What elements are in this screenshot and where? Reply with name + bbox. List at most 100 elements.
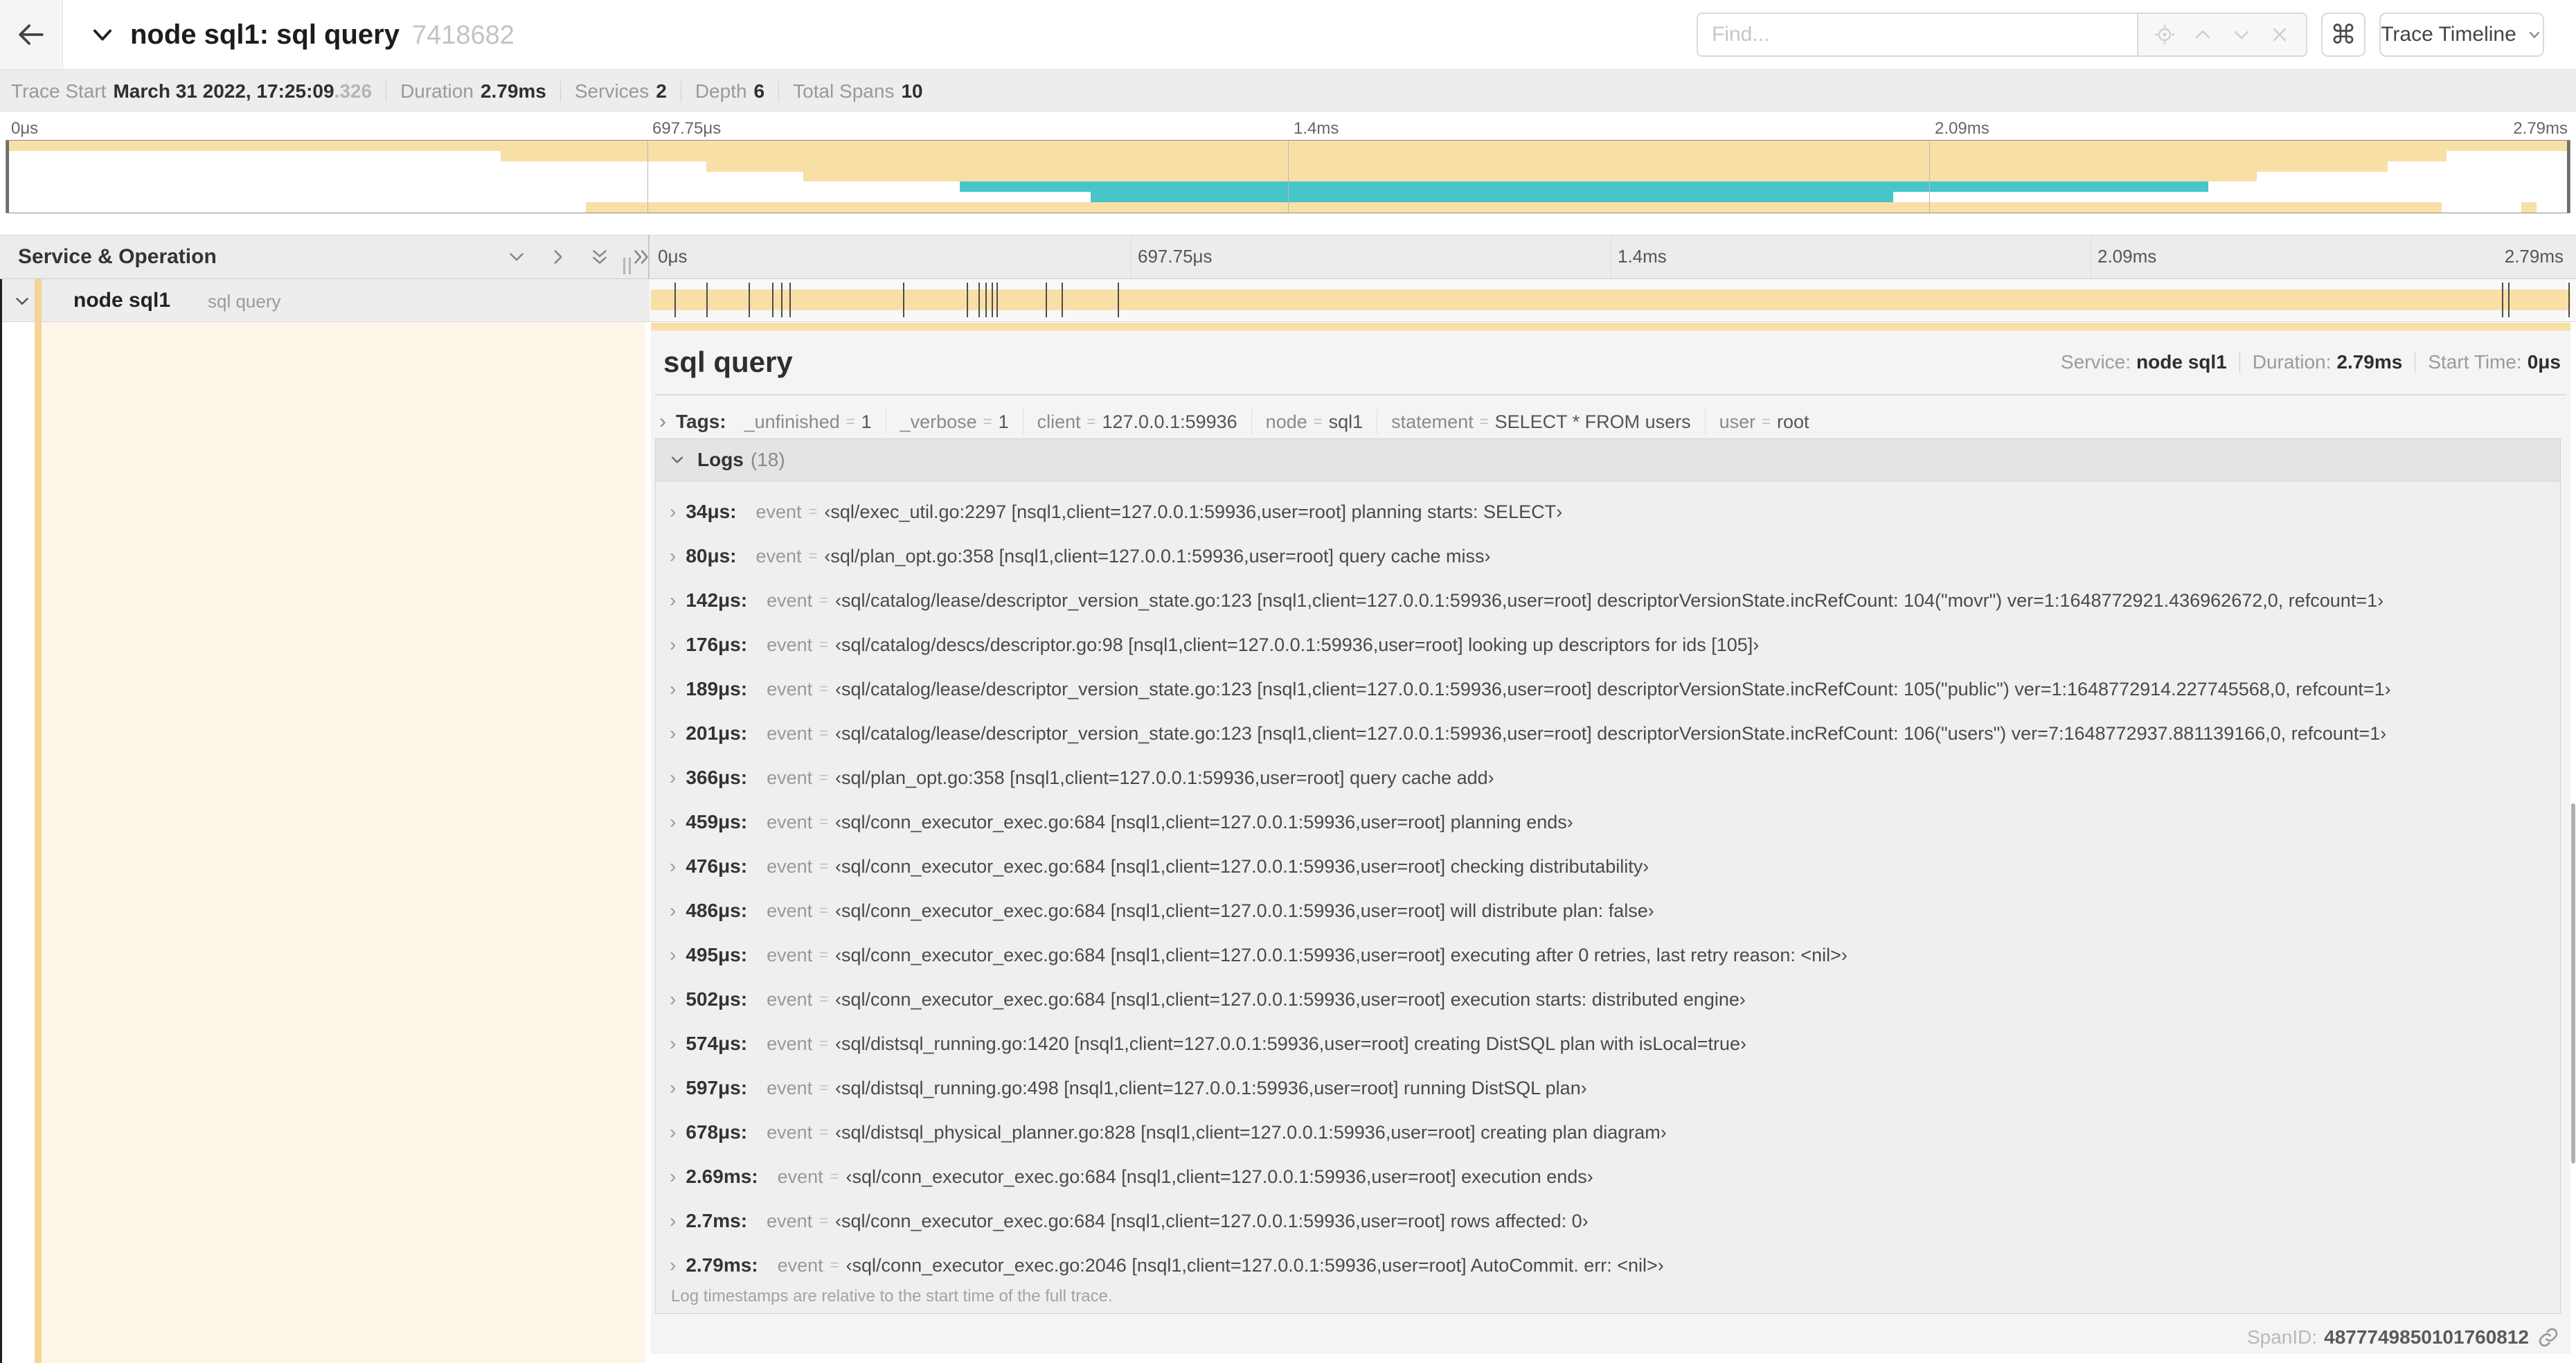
tag-value: 127.0.0.1:59936 xyxy=(1102,411,1237,432)
log-marker[interactable] xyxy=(902,283,904,317)
find-next-icon[interactable] xyxy=(2230,24,2253,46)
tag-key: user xyxy=(1719,411,1756,432)
log-marker[interactable] xyxy=(749,283,751,317)
trace-minimap[interactable] xyxy=(6,140,2570,213)
log-field-key: event xyxy=(767,589,813,611)
log-field-key: event xyxy=(767,767,813,788)
expand-one-icon[interactable] xyxy=(547,246,569,268)
minimap-tick-label: 0μs xyxy=(11,119,39,138)
divider xyxy=(560,80,561,102)
span-duration-bar[interactable] xyxy=(651,289,2570,310)
log-row[interactable]: › 678μs: event = ‹sql/distsql_physical_p… xyxy=(656,1110,2560,1155)
tag-key: statement xyxy=(1391,411,1474,432)
equals-sign: = xyxy=(846,413,855,430)
log-row[interactable]: › 574μs: event = ‹sql/distsql_running.go… xyxy=(656,1022,2560,1066)
log-marker[interactable] xyxy=(1062,283,1064,317)
find-clear-icon[interactable] xyxy=(2269,24,2291,46)
span-collapse-chevron[interactable] xyxy=(12,292,32,311)
log-marker[interactable] xyxy=(771,283,773,317)
minimap-right-handle[interactable] xyxy=(2567,141,2570,213)
log-marker[interactable] xyxy=(674,283,676,317)
log-marker[interactable] xyxy=(780,283,782,317)
log-row[interactable]: › 142μs: event = ‹sql/catalog/lease/desc… xyxy=(656,578,2560,623)
locate-icon[interactable] xyxy=(2154,24,2176,46)
log-row[interactable]: › 2.79ms: event = ‹sql/conn_executor_exe… xyxy=(656,1243,2560,1288)
collapse-all-icon[interactable] xyxy=(589,246,611,268)
log-row[interactable]: › 495μs: event = ‹sql/conn_executor_exec… xyxy=(656,933,2560,977)
log-marker[interactable] xyxy=(706,283,708,317)
log-row[interactable]: › 476μs: event = ‹sql/conn_executor_exec… xyxy=(656,844,2560,889)
log-field-value: ‹sql/distsql_running.go:1420 [nsql1,clie… xyxy=(835,1033,1747,1054)
span-color-strip xyxy=(35,279,42,321)
deep-link-icon[interactable] xyxy=(2537,1326,2559,1348)
trace-collapse-toggle[interactable] xyxy=(89,21,116,48)
trace-start-label: Trace Start xyxy=(11,80,107,102)
chevron-right-icon: › xyxy=(670,900,677,921)
start-time-label: Start Time: xyxy=(2428,351,2522,373)
log-marker[interactable] xyxy=(1117,283,1119,317)
log-row[interactable]: › 80μs: event = ‹sql/plan_opt.go:358 [ns… xyxy=(656,534,2560,578)
log-timestamp: 495μs: xyxy=(686,944,748,965)
log-row[interactable]: › 459μs: event = ‹sql/conn_executor_exec… xyxy=(656,800,2560,844)
log-row[interactable]: › 2.7ms: event = ‹sql/conn_executor_exec… xyxy=(656,1199,2560,1243)
span-row-name-cell[interactable]: node sql1 sql query xyxy=(0,279,650,321)
detail-column-gap xyxy=(645,322,651,1363)
chevron-right-icon: › xyxy=(670,545,677,567)
keyboard-shortcuts-button[interactable]: ⌘ xyxy=(2321,12,2365,57)
log-timestamp: 476μs: xyxy=(686,855,748,877)
log-marker[interactable] xyxy=(966,283,968,317)
equals-sign: = xyxy=(1479,413,1489,430)
find-prev-icon[interactable] xyxy=(2192,24,2214,46)
column-resizer-grip[interactable] xyxy=(623,258,631,274)
log-row[interactable]: › 502μs: event = ‹sql/conn_executor_exec… xyxy=(656,977,2560,1022)
command-icon: ⌘ xyxy=(2330,20,2356,50)
log-marker[interactable] xyxy=(1046,283,1048,317)
tags-section-toggle[interactable]: › Tags: _unfinished = 1 _verbose = 1 cli… xyxy=(659,405,1823,438)
vertical-scrollbar-thumb[interactable] xyxy=(2571,803,2575,1164)
log-row[interactable]: › 189μs: event = ‹sql/catalog/lease/desc… xyxy=(656,667,2560,711)
view-selector-button[interactable]: Trace Timeline xyxy=(2379,12,2544,57)
tag-key: _verbose xyxy=(900,411,977,432)
log-row[interactable]: › 486μs: event = ‹sql/conn_executor_exec… xyxy=(656,889,2560,933)
log-marker[interactable] xyxy=(789,283,791,317)
log-row[interactable]: › 597μs: event = ‹sql/distsql_running.go… xyxy=(656,1066,2560,1110)
chevron-right-icon: › xyxy=(670,634,677,655)
log-marker[interactable] xyxy=(2501,283,2503,317)
find-input[interactable] xyxy=(1697,12,2137,57)
log-marker[interactable] xyxy=(996,283,998,317)
log-row[interactable]: › 2.69ms: event = ‹sql/conn_executor_exe… xyxy=(656,1155,2560,1199)
equals-sign: = xyxy=(819,990,828,1008)
chevron-right-icon: › xyxy=(670,1166,677,1187)
tags-list: _unfinished = 1 _verbose = 1 client = 12… xyxy=(731,409,1823,434)
log-marker[interactable] xyxy=(985,283,987,317)
minimap-canvas[interactable] xyxy=(6,141,2570,213)
service-value: node sql1 xyxy=(2136,351,2227,373)
log-marker[interactable] xyxy=(991,283,993,317)
log-row[interactable]: › 34μs: event = ‹sql/exec_util.go:2297 [… xyxy=(656,490,2560,534)
log-field-value: ‹sql/conn_executor_exec.go:684 [nsql1,cl… xyxy=(835,988,1746,1010)
log-marker[interactable] xyxy=(2568,283,2570,317)
chevron-right-icon: › xyxy=(670,722,677,744)
minimap-tick-label: 2.09ms xyxy=(1935,119,1989,138)
equals-sign: = xyxy=(819,946,828,963)
log-row[interactable]: › 366μs: event = ‹sql/plan_opt.go:358 [n… xyxy=(656,756,2560,800)
find-toolbar xyxy=(2137,12,2307,57)
minimap-left-handle[interactable] xyxy=(6,141,9,213)
timeline-tick-label: 2.09ms xyxy=(2098,246,2157,267)
tag-value: 1 xyxy=(861,411,872,432)
chevron-right-icon: › xyxy=(670,855,677,877)
back-button[interactable] xyxy=(0,0,63,69)
log-field-key: event xyxy=(755,501,802,522)
divider xyxy=(2239,352,2240,373)
logs-section-toggle[interactable]: Logs (18) xyxy=(656,439,2560,481)
chevron-right-icon: › xyxy=(670,988,677,1010)
log-row[interactable]: › 176μs: event = ‹sql/catalog/descs/desc… xyxy=(656,623,2560,667)
collapse-one-icon[interactable] xyxy=(506,246,528,268)
log-marker[interactable] xyxy=(978,283,980,317)
logs-footer-note: Log timestamps are relative to the start… xyxy=(671,1287,1113,1306)
detail-span-bar-strip xyxy=(651,323,2570,330)
detail-left-gutter xyxy=(2,322,35,1363)
log-field-value: ‹sql/conn_executor_exec.go:684 [nsql1,cl… xyxy=(835,811,1573,832)
log-row[interactable]: › 201μs: event = ‹sql/catalog/lease/desc… xyxy=(656,711,2560,756)
log-marker[interactable] xyxy=(2508,283,2510,317)
